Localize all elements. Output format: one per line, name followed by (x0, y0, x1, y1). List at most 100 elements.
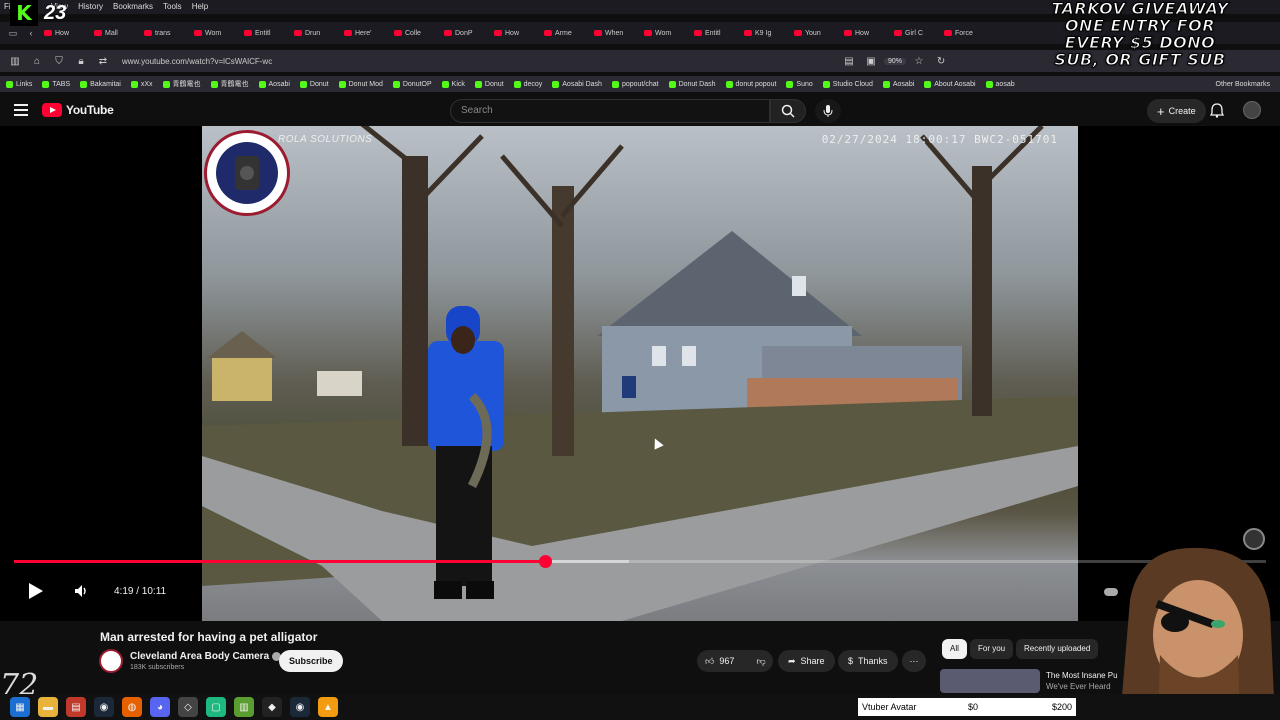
screenshot-icon[interactable]: ▣ (862, 52, 880, 70)
bookmark-item[interactable]: donut popout (725, 79, 776, 89)
bookmark-item[interactable]: 青鶴電也 (210, 79, 249, 89)
bookmark-item[interactable]: Aosabi (882, 79, 914, 89)
browser-tab[interactable]: When (590, 24, 640, 42)
zoom-level[interactable]: 90% (884, 57, 907, 65)
channel-avatar[interactable] (99, 649, 123, 673)
bookmark-star-icon[interactable]: ☆ (910, 52, 928, 70)
youtube-logo[interactable]: YouTube (42, 103, 114, 117)
voice-search-button[interactable] (815, 99, 841, 123)
thumbs-up-icon[interactable]: 👍︎ (705, 656, 714, 667)
video-frame[interactable]: ROLA SOLUTIONS 02/27/2024 18:00:17 BWC2-… (202, 126, 1078, 621)
browser-tab[interactable]: Here' (340, 24, 390, 42)
browser-tab[interactable]: Mall (90, 24, 140, 42)
browser-tab[interactable]: Arme (540, 24, 590, 42)
taskbar-steam2-icon[interactable]: ◉ (290, 697, 310, 717)
like-count[interactable]: 967 (719, 656, 734, 666)
progress-scrubber[interactable] (538, 555, 552, 568)
share-button[interactable]: ➦ Share (778, 650, 835, 672)
browser-tab[interactable]: Colle (390, 24, 440, 42)
bookmark-item[interactable]: aosab (985, 79, 1015, 89)
taskbar-app3-icon[interactable]: ▢ (206, 697, 226, 717)
more-actions-button[interactable]: ⋯ (902, 650, 926, 672)
thumbs-down-icon[interactable]: 👎︎ (756, 656, 765, 667)
browser-tab[interactable]: How (40, 24, 90, 42)
browser-tab[interactable]: Drun (290, 24, 340, 42)
bookmark-item[interactable]: Links (6, 79, 32, 89)
notifications-bell-icon[interactable] (1209, 103, 1225, 121)
other-bookmarks[interactable]: Other Bookmarks (1216, 81, 1270, 88)
browser-tab[interactable]: Youn (790, 24, 840, 42)
account-avatar[interactable] (1243, 101, 1261, 119)
bookmark-item[interactable]: Donut (299, 79, 329, 89)
browser-tab[interactable]: Wom (190, 24, 240, 42)
menu-icon[interactable] (14, 104, 28, 116)
taskbar-app2-icon[interactable]: ◇ (178, 697, 198, 717)
browser-tab[interactable]: How (840, 24, 890, 42)
menu-bookmarks[interactable]: Bookmarks (113, 0, 153, 14)
taskbar-windows-icon[interactable]: ▦ (10, 697, 30, 717)
browser-tab[interactable]: K9 Ig (740, 24, 790, 42)
lock-icon[interactable]: 🔒︎ (72, 52, 90, 70)
bookmark-item[interactable]: popout/chat (611, 79, 659, 89)
bookmark-item[interactable]: 青鶴電也 (162, 79, 201, 89)
bookmark-item[interactable]: Donut Dash (668, 79, 716, 89)
bookmark-item[interactable]: xXx (130, 79, 153, 89)
recommended-video-thumbnail[interactable] (940, 669, 1040, 693)
chip-all[interactable]: All (942, 639, 967, 659)
browser-tab[interactable]: Force (940, 24, 990, 42)
bookmark-item[interactable]: About Aosabi (924, 79, 976, 89)
taskbar-folder-icon[interactable]: ▬ (38, 697, 58, 717)
reload-icon[interactable]: ↻ (932, 52, 950, 70)
search-button[interactable] (770, 99, 806, 123)
play-button[interactable] (28, 582, 46, 602)
bookmark-item[interactable]: Donut (474, 79, 504, 89)
permissions-icon[interactable]: ⇄ (94, 52, 112, 70)
search-input[interactable]: Search (450, 99, 770, 123)
bookmark-label: Bakamitai (90, 80, 121, 88)
sidebar-toggle-icon[interactable]: ▥ (6, 52, 24, 70)
menu-tools[interactable]: Tools (163, 0, 182, 14)
taskbar-app4-icon[interactable]: ◆ (262, 697, 282, 717)
bookmark-item[interactable]: Bakamitai (80, 79, 121, 89)
thanks-button[interactable]: $ Thanks (838, 650, 898, 672)
taskbar-steam-icon[interactable]: ◉ (94, 697, 114, 717)
taskbar-discord-icon[interactable]: ◕ (150, 697, 170, 717)
browser-tab[interactable]: Wom (640, 24, 690, 42)
taskbar-app-icon[interactable]: ▤ (66, 697, 86, 717)
chip-for-you[interactable]: For you (970, 639, 1014, 659)
bookmark-item[interactable]: Aosabi Dash (552, 79, 602, 89)
chip-recently-uploaded[interactable]: Recently uploaded (1016, 639, 1099, 659)
browser-tab[interactable]: trans (140, 24, 190, 42)
bookmark-item[interactable]: Suno (786, 79, 813, 89)
menu-help[interactable]: Help (192, 0, 208, 14)
volume-button[interactable] (74, 584, 90, 601)
bookmark-item[interactable]: TABS (42, 79, 70, 89)
shield-icon[interactable]: ⛉ (50, 52, 68, 70)
tab-list-icon[interactable]: ▭ (4, 24, 22, 42)
channel-name[interactable]: Cleveland Area Body Camera (130, 651, 282, 662)
menu-history[interactable]: History (78, 0, 103, 14)
video-player[interactable]: ROLA SOLUTIONS 02/27/2024 18:00:17 BWC2-… (0, 126, 1280, 621)
bookmark-item[interactable]: Aosabi (258, 79, 290, 89)
browser-tab[interactable]: Girl C (890, 24, 940, 42)
bookmark-item[interactable]: Donut Mod (338, 79, 383, 89)
bookmark-item[interactable]: DonutOP (392, 79, 432, 89)
create-button[interactable]: + Create (1147, 99, 1206, 123)
home-icon[interactable]: ⌂ (28, 52, 46, 70)
browser-tab[interactable]: How (490, 24, 540, 42)
bookmark-item[interactable]: Kick (441, 79, 465, 89)
progress-bar[interactable] (14, 555, 1266, 568)
browser-tab[interactable]: Entitl (690, 24, 740, 42)
bookmark-item[interactable]: Studio Cloud (822, 79, 873, 89)
address-input[interactable]: www.youtube.com/watch?v=lCsWAlCF-wc (116, 57, 836, 66)
browser-tab[interactable]: DonP (440, 24, 490, 42)
reader-view-icon[interactable]: ▤ (840, 52, 858, 70)
taskbar-notepad-icon[interactable]: ▥ (234, 697, 254, 717)
subscribe-button[interactable]: Subscribe (279, 650, 343, 672)
tab-scroll-left-icon[interactable]: ‹ (22, 24, 40, 42)
taskbar-vlc-icon[interactable]: ▲ (318, 697, 338, 717)
taskbar-firefox-icon[interactable]: ◍ (122, 697, 142, 717)
channel-name-text[interactable]: Cleveland Area Body Camera (130, 651, 269, 662)
bookmark-item[interactable]: decoy (513, 79, 542, 89)
browser-tab[interactable]: Entitl (240, 24, 290, 42)
